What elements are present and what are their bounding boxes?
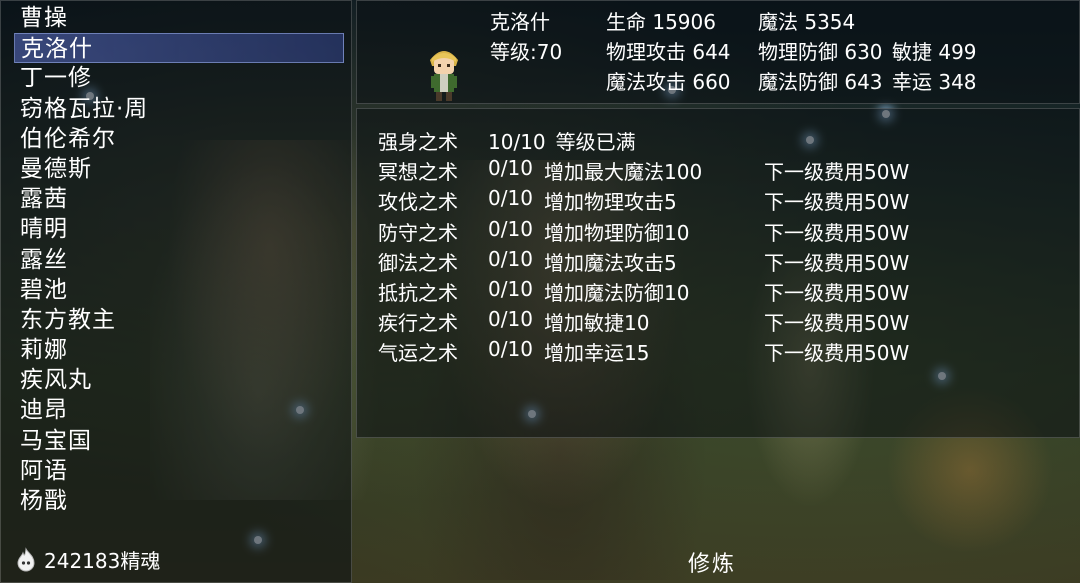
hero-mp: 魔法 5354 (758, 10, 856, 34)
skill-description: 增加魔法防御10 (544, 281, 690, 305)
skill-status: 10/10 等级已满 (488, 126, 636, 155)
character-item[interactable]: 疾风丸 (14, 365, 344, 395)
skill-name: 疾行之术 (378, 311, 458, 336)
skill-level: 0/10 (488, 307, 533, 332)
soul-amount: 242183精魂 (44, 549, 161, 573)
skill-name: 抵抗之术 (378, 281, 458, 305)
character-item[interactable]: 碧池 (14, 275, 344, 305)
soul-currency: 242183精魂 (14, 545, 160, 574)
character-item[interactable]: 马宝国 (14, 426, 344, 456)
soul-icon (17, 546, 35, 571)
skill-name: 攻伐之术 (378, 190, 458, 215)
skill-name: 冥想之术 (378, 160, 458, 185)
character-item[interactable]: 丁一修 (14, 63, 344, 93)
skill-level: 0/10 (488, 186, 533, 211)
skill-description: 增加敏捷10 (544, 311, 650, 336)
skill-upgrade-cost: 下一级费用50W (764, 160, 910, 185)
skill-name: 防守之术 (378, 220, 458, 245)
skill-description: 增加幸运15 (544, 341, 650, 366)
hero-name: 克洛什 (490, 10, 550, 34)
hero-portrait (430, 51, 458, 101)
skill-upgrade-cost: 下一级费用50W (764, 341, 910, 366)
hero-luck: 幸运 348 (892, 70, 977, 94)
skill-level: 10/10 (488, 130, 546, 154)
skill-description: 增加物理防御10 (544, 220, 690, 245)
hero-physical-attack: 物理攻击 644 (606, 40, 731, 64)
character-item[interactable]: 杨戬 (14, 486, 344, 516)
character-item[interactable]: 露茜 (14, 184, 344, 214)
skill-description: 增加最大魔法100 (544, 160, 703, 185)
character-item-selected[interactable]: 克洛什 (14, 33, 344, 64)
skill-level: 0/10 (488, 337, 533, 362)
skill-upgrade-cost: 下一级费用50W (764, 190, 910, 215)
skill-upgrade-cost: 下一级费用50W (764, 311, 910, 336)
character-item[interactable]: 迪昂 (14, 395, 344, 425)
skill-maxed-label: 等级已满 (555, 130, 636, 154)
character-item[interactable]: 晴明 (14, 214, 344, 244)
character-item[interactable]: 曹操 (14, 3, 344, 33)
character-list: 曹操 克洛什 丁一修 窃格瓦拉·周 伯伦希尔 曼德斯 露茜 晴明 露丝 碧池 东方教主 莉娜 疾风丸 迪昂… (14, 3, 344, 516)
skill-level: 0/10 (488, 277, 533, 301)
hero-hp: 生命 15906 (606, 10, 716, 34)
hero-magic-attack: 魔法攻击 660 (606, 70, 731, 94)
character-item[interactable]: 曼德斯 (14, 154, 344, 184)
skill-description: 增加物理攻击5 (544, 190, 677, 215)
skill-level: 0/10 (488, 156, 533, 181)
character-item[interactable]: 莉娜 (14, 335, 344, 365)
skill-name: 御法之术 (378, 250, 458, 275)
skill-level: 0/10 (488, 216, 533, 241)
character-item[interactable]: 东方教主 (14, 305, 344, 335)
screen-title: 修炼 (688, 552, 737, 577)
hero-agility: 敏捷 499 (892, 40, 977, 64)
skill-name: 强身之术 (378, 130, 458, 154)
character-item[interactable]: 露丝 (14, 245, 344, 275)
skill-upgrade-cost: 下一级费用50W (764, 220, 910, 245)
hero-level: 等级:70 (490, 40, 563, 64)
skill-upgrade-cost: 下一级费用50W (764, 250, 910, 275)
character-item[interactable]: 窃格瓦拉·周 (14, 94, 344, 124)
hero-magic-defense: 魔法防御 643 (758, 70, 883, 94)
skill-upgrade-cost: 下一级费用50W (764, 281, 910, 305)
character-item[interactable]: 阿语 (14, 456, 344, 486)
skill-level: 0/10 (488, 246, 533, 271)
skill-description: 增加魔法攻击5 (544, 250, 677, 275)
character-item[interactable]: 伯伦希尔 (14, 124, 344, 154)
hero-physical-defense: 物理防御 630 (758, 40, 883, 64)
skill-name: 气运之术 (378, 341, 458, 366)
training-skills-panel (356, 108, 1080, 438)
